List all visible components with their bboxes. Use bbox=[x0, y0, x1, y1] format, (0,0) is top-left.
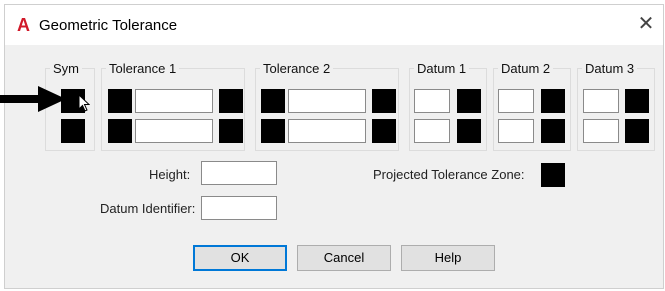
tolerance2-row1-diameter-swatch[interactable] bbox=[261, 89, 285, 113]
autocad-app-icon: A bbox=[17, 15, 30, 35]
tolerance1-row1-value-input[interactable] bbox=[135, 89, 213, 113]
tolerance2-group-label: Tolerance 2 bbox=[263, 61, 331, 76]
datum1-row2-material-swatch[interactable] bbox=[457, 119, 481, 143]
projected-tolerance-zone-label: Projected Tolerance Zone: bbox=[373, 167, 525, 182]
mouse-cursor-icon bbox=[78, 94, 90, 112]
tolerance1-row2-value-input[interactable] bbox=[135, 119, 213, 143]
datum-identifier-input[interactable] bbox=[201, 196, 277, 220]
datum1-row1-material-swatch[interactable] bbox=[457, 89, 481, 113]
height-label: Height: bbox=[149, 167, 191, 182]
datum1-row1-input[interactable] bbox=[414, 89, 450, 113]
annotation-arrow-icon bbox=[0, 86, 66, 112]
projected-tolerance-zone-swatch[interactable] bbox=[541, 163, 565, 187]
tolerance2-row2-material-swatch[interactable] bbox=[372, 119, 396, 143]
datum2-row2-material-swatch[interactable] bbox=[541, 119, 565, 143]
datum2-group-label: Datum 2 bbox=[501, 61, 551, 76]
datum3-row2-material-swatch[interactable] bbox=[625, 119, 649, 143]
datum2-row1-input[interactable] bbox=[498, 89, 534, 113]
datum2-row2-input[interactable] bbox=[498, 119, 534, 143]
tolerance2-row1-material-swatch[interactable] bbox=[372, 89, 396, 113]
geometric-tolerance-dialog: A Geometric Tolerance ✕ Sym Tolerance 1 … bbox=[4, 4, 664, 289]
datum-identifier-label: Datum Identifier: bbox=[100, 201, 196, 216]
title-bar: A Geometric Tolerance ✕ bbox=[5, 5, 663, 45]
datum1-row2-input[interactable] bbox=[414, 119, 450, 143]
datum3-row1-material-swatch[interactable] bbox=[625, 89, 649, 113]
help-button[interactable]: Help bbox=[401, 245, 495, 271]
datum3-row2-input[interactable] bbox=[583, 119, 619, 143]
tolerance1-row2-diameter-swatch[interactable] bbox=[108, 119, 132, 143]
close-icon[interactable]: ✕ bbox=[635, 13, 657, 35]
sym-row2-swatch[interactable] bbox=[61, 119, 85, 143]
tolerance1-row2-material-swatch[interactable] bbox=[219, 119, 243, 143]
tolerance2-row1-value-input[interactable] bbox=[288, 89, 366, 113]
height-input[interactable] bbox=[201, 161, 277, 185]
tolerance1-row1-diameter-swatch[interactable] bbox=[108, 89, 132, 113]
datum3-row1-input[interactable] bbox=[583, 89, 619, 113]
dialog-title: Geometric Tolerance bbox=[39, 17, 178, 34]
ok-button[interactable]: OK bbox=[193, 245, 287, 271]
datum1-group-label: Datum 1 bbox=[417, 61, 467, 76]
tolerance2-row2-value-input[interactable] bbox=[288, 119, 366, 143]
sym-group-label: Sym bbox=[53, 61, 79, 76]
tolerance1-row1-material-swatch[interactable] bbox=[219, 89, 243, 113]
cancel-button[interactable]: Cancel bbox=[297, 245, 391, 271]
tolerance1-group-label: Tolerance 1 bbox=[109, 61, 177, 76]
datum2-row1-material-swatch[interactable] bbox=[541, 89, 565, 113]
tolerance2-row2-diameter-swatch[interactable] bbox=[261, 119, 285, 143]
datum3-group-label: Datum 3 bbox=[585, 61, 635, 76]
